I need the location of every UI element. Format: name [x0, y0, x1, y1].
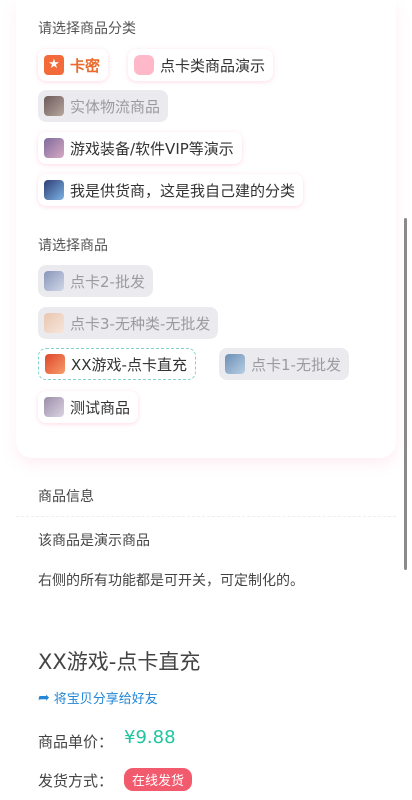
- info-section-title: 商品信息: [38, 489, 94, 505]
- chip-label: 我是供货商，这是我自己建的分类: [70, 181, 296, 200]
- chip-label: 实体物流商品: [70, 97, 161, 116]
- chip-label: 点卡1-无批发: [251, 355, 341, 374]
- product-section-title: 请选择商品: [38, 238, 108, 254]
- divider: [16, 516, 396, 517]
- chip-label: 测试商品: [70, 398, 131, 417]
- category-chip-supplier[interactable]: 我是供货商，这是我自己建的分类: [38, 174, 304, 206]
- avatar-icon: [44, 313, 64, 333]
- avatar-icon: [225, 354, 245, 374]
- avatar-icon: [44, 96, 64, 116]
- product-chip-test[interactable]: 测试商品: [38, 391, 139, 423]
- share-icon: ➦: [38, 689, 50, 706]
- price-value: ¥9.88: [124, 727, 176, 748]
- chip-label: 点卡2-批发: [70, 272, 145, 291]
- chip-label: 卡密: [70, 56, 101, 75]
- pink-box-icon: [134, 55, 154, 75]
- shipping-label: 发货方式：: [38, 772, 114, 790]
- chip-label: 点卡类商品演示: [160, 56, 266, 75]
- avatar-icon: [44, 271, 64, 291]
- chip-label: 点卡3-无种类-无批发: [70, 314, 211, 333]
- category-chip-kami[interactable]: ★ 卡密: [38, 49, 109, 81]
- info-line-2: 右侧的所有功能都是可开关，可定制化的。: [38, 573, 304, 589]
- scrollbar[interactable]: [404, 218, 407, 570]
- star-icon: ★: [44, 55, 64, 75]
- category-chip-card-demo[interactable]: 点卡类商品演示: [128, 49, 274, 81]
- category-chip-game-vip[interactable]: 游戏装备/软件VIP等演示: [38, 132, 242, 164]
- product-chip-card1[interactable]: 点卡1-无批发: [219, 348, 349, 380]
- product-chip-card2[interactable]: 点卡2-批发: [38, 265, 153, 297]
- info-line-1: 该商品是演示商品: [38, 533, 150, 549]
- category-chip-physical[interactable]: 实体物流商品: [38, 90, 169, 122]
- product-chip-card3[interactable]: 点卡3-无种类-无批发: [38, 307, 219, 339]
- avatar-icon: [44, 180, 64, 200]
- avatar-icon: [45, 354, 65, 374]
- shipping-badge: 在线发货: [124, 768, 193, 791]
- chip-label: XX游戏-点卡直充: [71, 355, 187, 374]
- share-link[interactable]: ➦ 将宝贝分享给好友: [38, 688, 158, 708]
- avatar-icon: [44, 397, 64, 417]
- product-chip-xx-game[interactable]: XX游戏-点卡直充: [38, 348, 196, 380]
- price-label: 商品单价：: [38, 733, 114, 751]
- product-name: XX游戏-点卡直充: [38, 650, 201, 674]
- share-label: 将宝贝分享给好友: [53, 692, 158, 707]
- chip-label: 游戏装备/软件VIP等演示: [70, 139, 234, 158]
- category-section-title: 请选择商品分类: [38, 21, 136, 37]
- avatar-icon: [44, 138, 64, 158]
